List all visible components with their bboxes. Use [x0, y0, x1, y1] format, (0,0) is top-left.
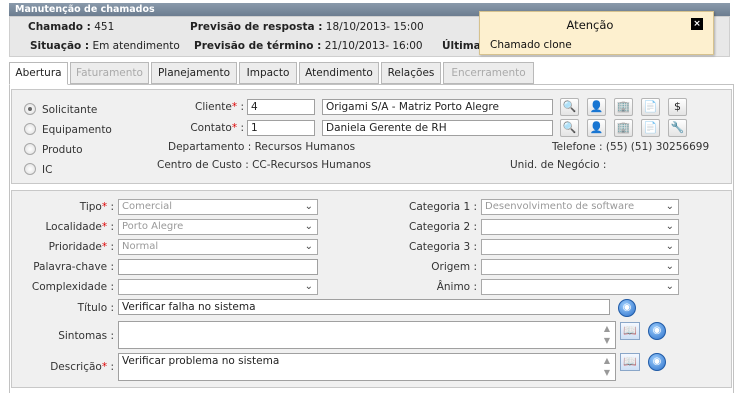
categoria1-value: Desenvolvimento de software: [485, 201, 635, 212]
tab-encerramento: Encerramento: [443, 62, 534, 84]
categoria2-label: Categoria 2 :: [409, 221, 477, 233]
contato-label: Contato: [190, 122, 232, 134]
radio-equipamento[interactable]: [24, 123, 36, 135]
chevron-down-icon: ⌄: [665, 281, 674, 292]
chevron-down-icon: ⌄: [665, 261, 674, 272]
ultima-label: Última: [442, 40, 481, 52]
contato-code-input[interactable]: 1: [247, 120, 315, 136]
categoria1-select[interactable]: Desenvolvimento de software ⌄: [481, 199, 679, 215]
tab-faturamento: Faturamento: [70, 62, 149, 84]
app: Manutenção de chamados Chamado : 451 Pre…: [0, 0, 737, 393]
localidade-select[interactable]: Porto Alegre ⌄: [118, 219, 318, 235]
user-icon[interactable]: 👤: [587, 119, 606, 137]
palavra-chave-input[interactable]: [118, 259, 318, 275]
radio-label-solicitante: Solicitante: [42, 104, 98, 116]
globe-icon[interactable]: ◉: [648, 322, 666, 340]
toast-title: Atenção: [566, 18, 614, 32]
search-icon[interactable]: 🔍: [560, 98, 579, 116]
localidade-value: Porto Alegre: [122, 221, 184, 232]
sintomas-textarea[interactable]: ▲ ▼: [118, 321, 616, 349]
ticket-form-panel: Tipo* : Comercial ⌄ Localidade* : Porto A…: [11, 190, 732, 388]
building-icon[interactable]: 🏢: [614, 98, 633, 116]
cliente-name-input[interactable]: Origami S/A - Matriz Porto Alegre: [322, 99, 553, 115]
prev-resp-value: 18/10/2013- 15:00: [325, 21, 424, 33]
palavra-chave-label: Palavra-chave :: [33, 261, 114, 273]
scrollbar[interactable]: ▲ ▼: [601, 323, 613, 347]
chevron-down-icon: ⌄: [665, 221, 674, 232]
globe-icon[interactable]: ◉: [618, 299, 636, 317]
chevron-down-icon: ⌄: [665, 201, 674, 212]
book-icon[interactable]: 📖: [620, 322, 640, 340]
titulo-input[interactable]: Verificar falha no sistema: [118, 299, 610, 315]
animo-label: Ânimo :: [436, 281, 477, 293]
chevron-down-icon: ⌄: [304, 201, 313, 212]
scrollbar[interactable]: ▲ ▼: [601, 355, 613, 379]
tipo-select[interactable]: Comercial ⌄: [118, 199, 318, 215]
chevron-down-icon: ⌄: [304, 281, 313, 292]
book-icon[interactable]: 📖: [620, 353, 640, 371]
prev-resp-label: Previsão de resposta :: [190, 21, 323, 33]
categoria1-label: Categoria 1 :: [409, 201, 477, 213]
search-icon[interactable]: 🔍: [560, 119, 579, 137]
radio-label-equipamento: Equipamento: [42, 124, 112, 136]
prioridade-select[interactable]: Normal ⌄: [118, 239, 318, 255]
complexidade-label: Complexidade :: [31, 281, 114, 293]
user-icon[interactable]: 👤: [587, 98, 606, 116]
situacao-label: Situação :: [30, 40, 90, 52]
sintomas-label: Sintomas :: [58, 330, 114, 342]
tab-impacto[interactable]: Impacto: [239, 62, 297, 84]
chevron-down-icon: ⌄: [304, 241, 313, 252]
chevron-down-icon: ⌄: [665, 241, 674, 252]
requester-panel: Solicitante Equipamento Produto IC Clien…: [11, 89, 732, 184]
chamado-label: Chamado :: [28, 21, 91, 33]
unid-negocio-text: Unid. de Negócio :: [510, 159, 607, 171]
building-icon[interactable]: 🏢: [614, 119, 633, 137]
radio-solicitante[interactable]: [24, 103, 36, 115]
tab-planejamento[interactable]: Planejamento: [151, 62, 237, 84]
cliente-code-input[interactable]: 4: [247, 99, 315, 115]
tipo-value: Comercial: [122, 201, 173, 212]
origem-label: Origem :: [431, 261, 477, 273]
departamento-text: Departamento : Recursos Humanos: [168, 141, 356, 153]
radio-ic[interactable]: [24, 163, 36, 175]
categoria2-select[interactable]: ⌄: [481, 219, 679, 235]
localidade-label: Localidade: [45, 221, 102, 233]
prev-term-value: 21/10/2013- 16:00: [324, 40, 423, 52]
alert-toast: Atenção × Chamado clone: [479, 11, 714, 55]
titulo-label: Título :: [77, 302, 114, 314]
document-icon[interactable]: 📄: [641, 98, 660, 116]
tab-abertura[interactable]: Abertura: [9, 62, 68, 85]
chamado-value: 451: [94, 21, 115, 33]
money-icon[interactable]: $: [668, 98, 687, 116]
globe-icon[interactable]: ◉: [648, 353, 666, 371]
prioridade-label: Prioridade: [48, 241, 102, 253]
descricao-value: Verificar problema no sistema: [122, 355, 280, 367]
prioridade-value: Normal: [122, 241, 159, 252]
categoria3-select[interactable]: ⌄: [481, 239, 679, 255]
origem-select[interactable]: ⌄: [481, 259, 679, 275]
centro-custo-text: Centro de Custo : CC-Recursos Humanos: [157, 159, 372, 171]
telefone-text: Telefone : (55) (51) 30256699: [552, 141, 710, 153]
descricao-textarea[interactable]: Verificar problema no sistema ▲ ▼: [118, 353, 616, 381]
prev-term-label: Previsão de término :: [194, 40, 322, 52]
categoria3-label: Categoria 3 :: [409, 241, 477, 253]
radio-label-produto: Produto: [42, 144, 83, 156]
animo-select[interactable]: ⌄: [481, 279, 679, 295]
tab-relacoes[interactable]: Relações: [381, 62, 441, 84]
complexidade-select[interactable]: ⌄: [118, 279, 318, 295]
document-icon[interactable]: 📄: [641, 119, 660, 137]
cliente-label: Cliente: [195, 101, 232, 113]
close-icon[interactable]: ×: [691, 18, 703, 30]
toast-message: Chamado clone: [490, 39, 572, 51]
tools-icon[interactable]: 🔧: [668, 119, 687, 137]
radio-produto[interactable]: [24, 143, 36, 155]
situacao-value: Em atendimento: [92, 40, 180, 52]
radio-label-ic: IC: [42, 164, 53, 176]
contato-name-input[interactable]: Daniela Gerente de RH: [322, 120, 553, 136]
chevron-down-icon: ⌄: [304, 221, 313, 232]
tab-atendimento[interactable]: Atendimento: [299, 62, 379, 84]
descricao-label: Descrição: [50, 361, 102, 373]
tipo-label: Tipo: [79, 201, 102, 213]
